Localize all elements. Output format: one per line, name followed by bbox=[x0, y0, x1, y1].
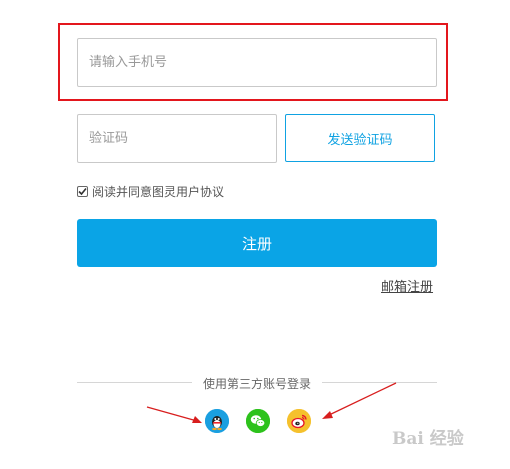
email-register-link[interactable]: 邮箱注册 bbox=[381, 276, 433, 295]
agreement-label[interactable]: 阅读并同意图灵用户协议 bbox=[92, 183, 224, 200]
watermark: Bai 经验 bbox=[392, 429, 464, 449]
wechat-icon bbox=[246, 409, 270, 433]
arrow-left bbox=[146, 406, 202, 423]
checkmark-icon bbox=[78, 187, 87, 196]
send-code-button[interactable]: 发送验证码 bbox=[285, 114, 435, 162]
qq-login-button[interactable] bbox=[205, 409, 229, 433]
wechat-login-button[interactable] bbox=[246, 409, 270, 433]
divider-line-left bbox=[77, 382, 192, 383]
agreement-row: 阅读并同意图灵用户协议 bbox=[77, 183, 224, 200]
qq-icon bbox=[205, 409, 229, 433]
phone-input[interactable] bbox=[77, 38, 437, 87]
third-party-login-label: 使用第三方账号登录 bbox=[202, 377, 311, 391]
arrow-right bbox=[322, 382, 397, 419]
divider-line-right bbox=[322, 382, 437, 383]
agreement-checkbox[interactable] bbox=[77, 186, 88, 197]
weibo-icon bbox=[287, 409, 311, 433]
register-button[interactable]: 注册 bbox=[77, 219, 437, 267]
weibo-login-button[interactable] bbox=[287, 409, 311, 433]
verification-code-input[interactable] bbox=[77, 114, 277, 163]
